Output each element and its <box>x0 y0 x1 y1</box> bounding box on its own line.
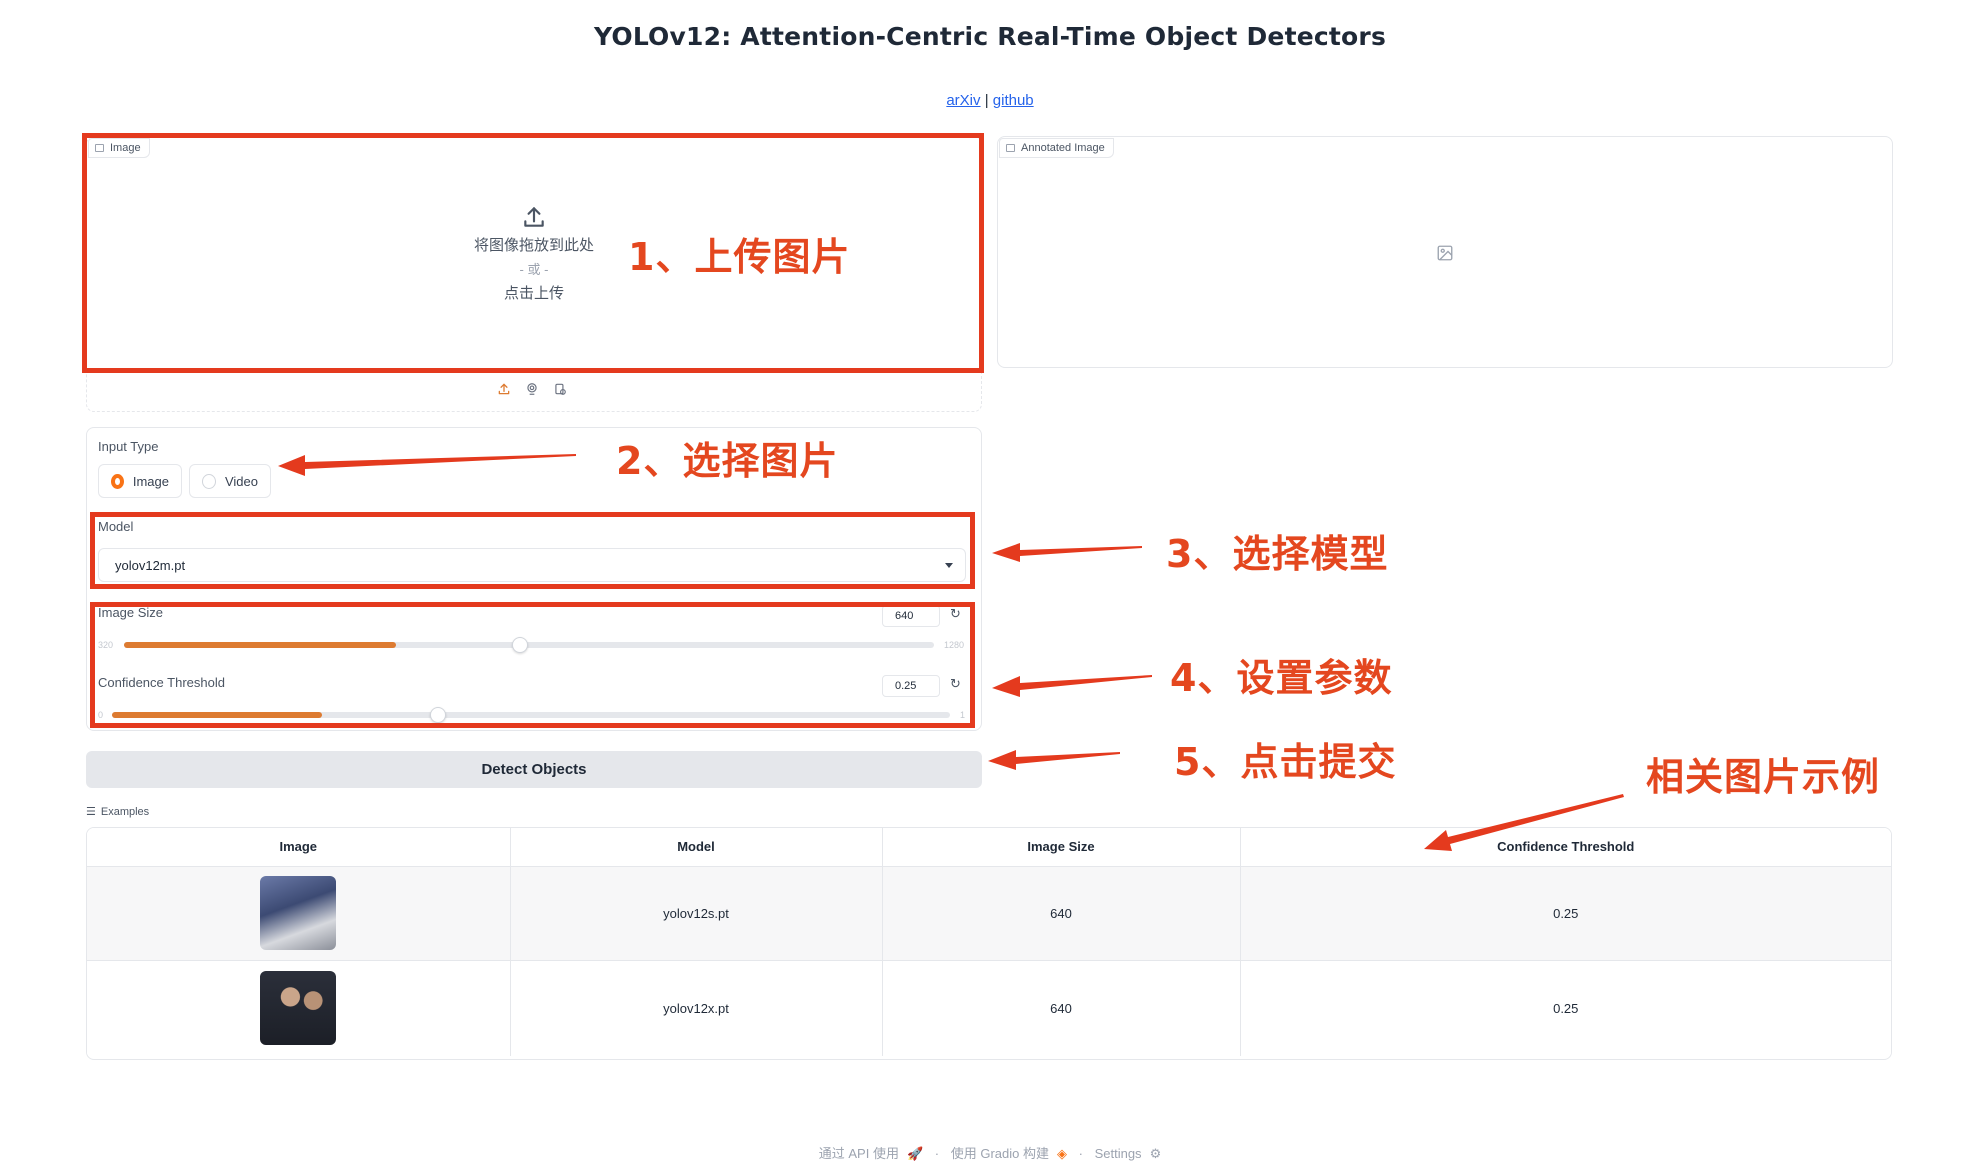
footer-dot-1: · <box>934 1146 940 1161</box>
footer-settings-link[interactable]: Settings <box>1095 1146 1142 1161</box>
footer-gradio-link[interactable]: 使用 Gradio 构建 <box>951 1146 1049 1161</box>
arrow-examples-icon <box>1424 794 1624 851</box>
footer-api-link[interactable]: 通过 API 使用 <box>819 1146 899 1161</box>
arrow-step3-icon <box>992 543 1142 562</box>
rocket-icon: 🚀 <box>906 1146 924 1161</box>
arrow-step5-icon <box>988 750 1120 770</box>
gradio-logo-icon: ◈ <box>1056 1146 1067 1161</box>
gear-icon: ⚙ <box>1149 1146 1162 1161</box>
arrow-step2-icon <box>278 454 576 476</box>
footer-dot-2: · <box>1078 1146 1083 1161</box>
annotation-arrows <box>278 454 1624 851</box>
footer: 通过 API 使用 🚀 · 使用 Gradio 构建 ◈ · Settings ⚙ <box>0 1143 1980 1162</box>
arrow-step4-icon <box>992 675 1152 697</box>
